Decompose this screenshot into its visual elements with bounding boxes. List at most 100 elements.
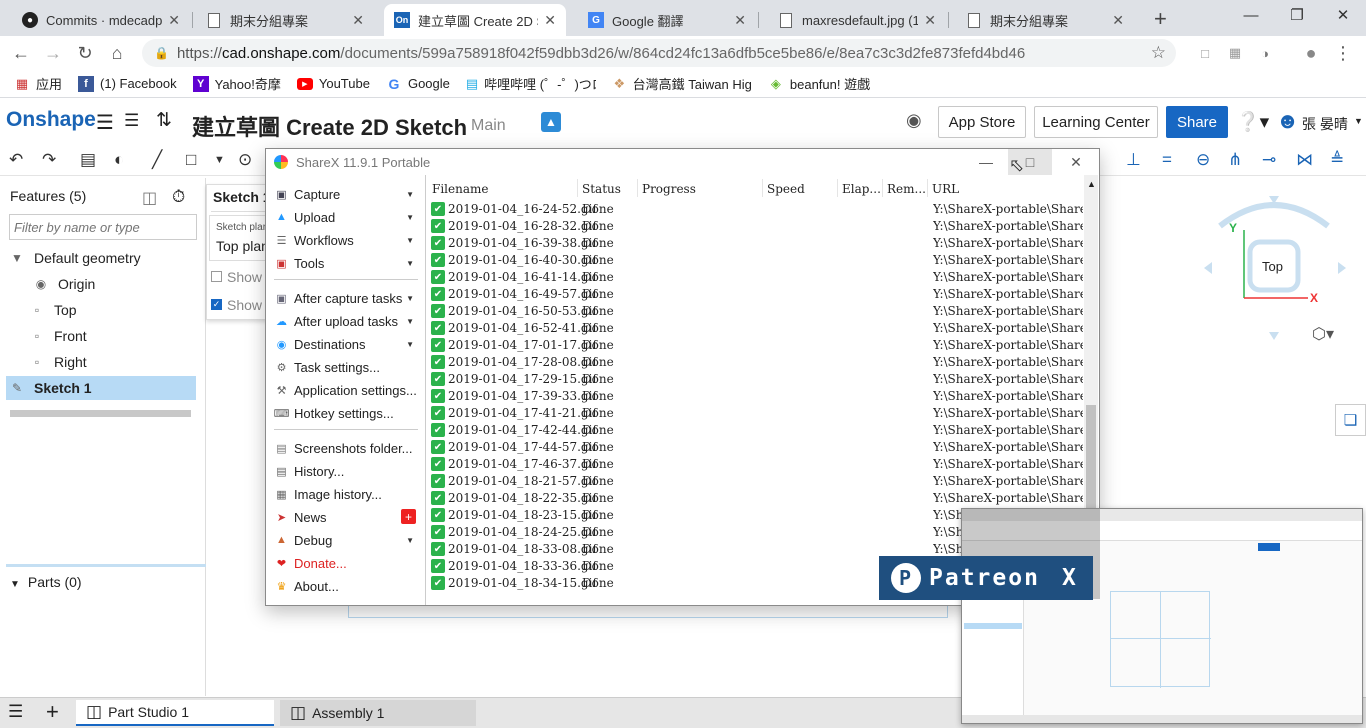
- add-tab-icon[interactable]: +: [46, 699, 59, 725]
- column-separator[interactable]: [637, 179, 638, 197]
- extension-icon[interactable]: □: [1192, 40, 1218, 66]
- sharex-menu-item[interactable]: ♛ About...: [274, 575, 418, 597]
- circle-icon[interactable]: ⊙: [238, 150, 252, 170]
- close-tab-icon[interactable]: ✕: [734, 12, 746, 29]
- sharex-menu-item[interactable]: ◉ Destinations ▼: [274, 333, 418, 355]
- column-separator[interactable]: [762, 179, 763, 197]
- column-separator[interactable]: [882, 179, 883, 197]
- chrome-menu-icon[interactable]: ⋮: [1330, 40, 1356, 66]
- rollback-bar[interactable]: [10, 410, 191, 417]
- browser-tab[interactable]: G Google 翻譯 ✕: [578, 4, 756, 36]
- bookmark-star-icon[interactable]: ☆: [1151, 43, 1166, 63]
- midpoint-constraint-icon[interactable]: ⊖: [1196, 150, 1210, 170]
- column-header[interactable]: Rem...: [887, 182, 926, 196]
- learning-center-button[interactable]: Learning Center: [1034, 106, 1158, 138]
- sharex-menu-item[interactable]: ▣ Tools ▼: [274, 252, 418, 274]
- feature-filter-input[interactable]: [9, 214, 197, 240]
- insert-icon[interactable]: ⇅: [156, 109, 172, 132]
- sharex-menu-item[interactable]: ⌨ Hotkey settings...: [274, 402, 418, 424]
- browser-tab[interactable]: On 建立草圖 Create 2D Sk ✕: [384, 4, 566, 36]
- close-tab-icon[interactable]: ✕: [544, 12, 556, 29]
- sharex-menu-item[interactable]: ▤ History...: [274, 460, 418, 482]
- close-tab-icon[interactable]: ✕: [1112, 12, 1124, 29]
- table-row[interactable]: ✔ 2019-01-04_17-39-33.gif Done Y:\ShareX-po…: [431, 388, 1083, 405]
- share-button[interactable]: Share: [1166, 106, 1228, 138]
- tab-part-studio-1[interactable]: ◫ Part Studio 1: [76, 700, 274, 726]
- back-icon[interactable]: ←: [8, 40, 34, 66]
- sharex-menu-item[interactable]: ▲ Upload ▼: [274, 206, 418, 228]
- line-icon[interactable]: ╱: [152, 150, 162, 170]
- column-header[interactable]: Progress: [642, 182, 696, 196]
- add-folder-icon[interactable]: ◫: [142, 188, 157, 208]
- table-row[interactable]: ✔ 2019-01-04_16-28-32.gif Done Y:\ShareX-po…: [431, 218, 1083, 235]
- feature-tree-item[interactable]: ✎ Sketch 1: [6, 376, 196, 400]
- bookmark-item[interactable]: Y Yahoo!奇摩: [192, 74, 281, 93]
- profile-avatar-icon[interactable]: ●: [1298, 40, 1324, 66]
- sharex-menu-item[interactable]: ☁ After upload tasks ▼: [274, 310, 418, 332]
- capture-preview-thumbnail[interactable]: [961, 508, 1363, 724]
- bookmark-item[interactable]: f (1) Facebook: [78, 75, 177, 92]
- patreon-banner[interactable]: P Patreon X: [879, 556, 1093, 600]
- column-separator[interactable]: [927, 179, 928, 197]
- bookmark-item[interactable]: ▦ 应用: [14, 74, 62, 93]
- column-header[interactable]: URL: [932, 182, 959, 196]
- sharex-menu-item[interactable]: ▣ After capture tasks ▼: [274, 287, 418, 309]
- feature-list-icon[interactable]: ☰: [124, 111, 139, 131]
- sketch-icon[interactable]: ▤: [80, 150, 96, 170]
- tangent-constraint-icon[interactable]: ⋔: [1228, 150, 1242, 170]
- bookmark-item[interactable]: ▤ 哔哩哔哩 (゜-゜)つロ: [466, 74, 596, 93]
- patreon-close-button[interactable]: X: [1062, 565, 1078, 591]
- user-name[interactable]: 張 晏晴: [1302, 114, 1348, 134]
- pattern-constraint-icon[interactable]: ≜: [1330, 150, 1344, 170]
- parts-header[interactable]: ▼ Parts (0): [10, 574, 82, 590]
- sharex-menu-item[interactable]: ▣ Capture ▼: [274, 183, 418, 205]
- view-cube-top-face[interactable]: Top: [1262, 259, 1283, 274]
- table-row[interactable]: ✔ 2019-01-04_18-21-57.gif Done Y:\ShareX-po…: [431, 473, 1083, 490]
- show-constraints-checkbox[interactable]: [211, 271, 222, 282]
- table-row[interactable]: ✔ 2019-01-04_17-46-37.gif Done Y:\ShareX-po…: [431, 456, 1083, 473]
- tab-assembly-1[interactable]: ◫ Assembly 1: [280, 700, 476, 726]
- view-options-cube-icon[interactable]: ⬡▾: [1312, 324, 1334, 344]
- browser-tab[interactable]: 期末分組專案 ✕: [196, 4, 374, 36]
- equal-constraint-icon[interactable]: =: [1162, 150, 1172, 170]
- sharex-menu-item[interactable]: ▤ Screenshots folder...: [274, 437, 418, 459]
- feature-tree-item[interactable]: ◉ Origin: [0, 272, 196, 296]
- close-tab-icon[interactable]: ✕: [924, 12, 936, 29]
- forward-icon[interactable]: →: [40, 40, 66, 66]
- use-icon[interactable]: ◐: [114, 150, 124, 170]
- table-row[interactable]: ✔ 2019-01-04_17-42-44.gif Done Y:\ShareX-po…: [431, 422, 1083, 439]
- user-avatar-icon[interactable]: ☻: [1276, 108, 1299, 134]
- sketch-plane-field[interactable]: Sketch plan Top plan: [209, 215, 267, 261]
- column-separator[interactable]: [837, 179, 838, 197]
- document-title[interactable]: 建立草圖 Create 2D Sketch: [192, 110, 467, 142]
- table-row[interactable]: ✔ 2019-01-04_17-29-15.gif Done Y:\ShareX-po…: [431, 371, 1083, 388]
- column-separator[interactable]: [577, 179, 578, 197]
- column-header[interactable]: Elap...: [842, 182, 881, 196]
- close-tab-icon[interactable]: ✕: [352, 12, 364, 29]
- column-header[interactable]: Status: [582, 182, 621, 196]
- hamburger-menu-icon[interactable]: ☰: [96, 110, 114, 135]
- column-header[interactable]: Filename: [432, 182, 488, 196]
- browser-tab[interactable]: 期末分組專案 ✕: [956, 4, 1134, 36]
- feature-tree-item[interactable]: ▫ Right: [0, 350, 196, 374]
- branch-label[interactable]: Main: [471, 117, 506, 135]
- table-row[interactable]: ✔ 2019-01-04_16-49-57.gif Done Y:\ShareX-po…: [431, 286, 1083, 303]
- close-tab-icon[interactable]: ✕: [168, 12, 180, 29]
- sharex-menu-item[interactable]: ❤ Donate...: [274, 552, 418, 574]
- close-window-icon[interactable]: ✕: [1320, 0, 1366, 30]
- table-row[interactable]: ✔ 2019-01-04_17-28-08.gif Done Y:\ShareX-po…: [431, 354, 1083, 371]
- tab-manager-icon[interactable]: ☰: [8, 702, 23, 722]
- sharex-menu-item[interactable]: ⚒ Application settings...: [274, 379, 418, 401]
- appearance-panel-icon[interactable]: ❏: [1335, 404, 1366, 436]
- home-icon[interactable]: ⌂: [104, 40, 130, 66]
- app-store-button[interactable]: App Store: [938, 106, 1026, 138]
- table-row[interactable]: ✔ 2019-01-04_16-24-52.gif Done Y:\ShareX-po…: [431, 201, 1083, 218]
- table-row[interactable]: ✔ 2019-01-04_16-40-30.gif Done Y:\ShareX-po…: [431, 252, 1083, 269]
- perpendicular-constraint-icon[interactable]: ⊥: [1126, 150, 1141, 170]
- rectangle-options-chevron-icon[interactable]: ▼: [214, 154, 225, 166]
- view-cube[interactable]: Top Y X ⬡▾: [1196, 196, 1356, 346]
- table-row[interactable]: ✔ 2019-01-04_16-52-41.gif Done Y:\ShareX-po…: [431, 320, 1083, 337]
- table-row[interactable]: ✔ 2019-01-04_16-39-38.gif Done Y:\ShareX-po…: [431, 235, 1083, 252]
- sharex-menu-item[interactable]: ▦ Image history...: [274, 483, 418, 505]
- sharex-menu-item[interactable]: ☰ Workflows ▼: [274, 229, 418, 251]
